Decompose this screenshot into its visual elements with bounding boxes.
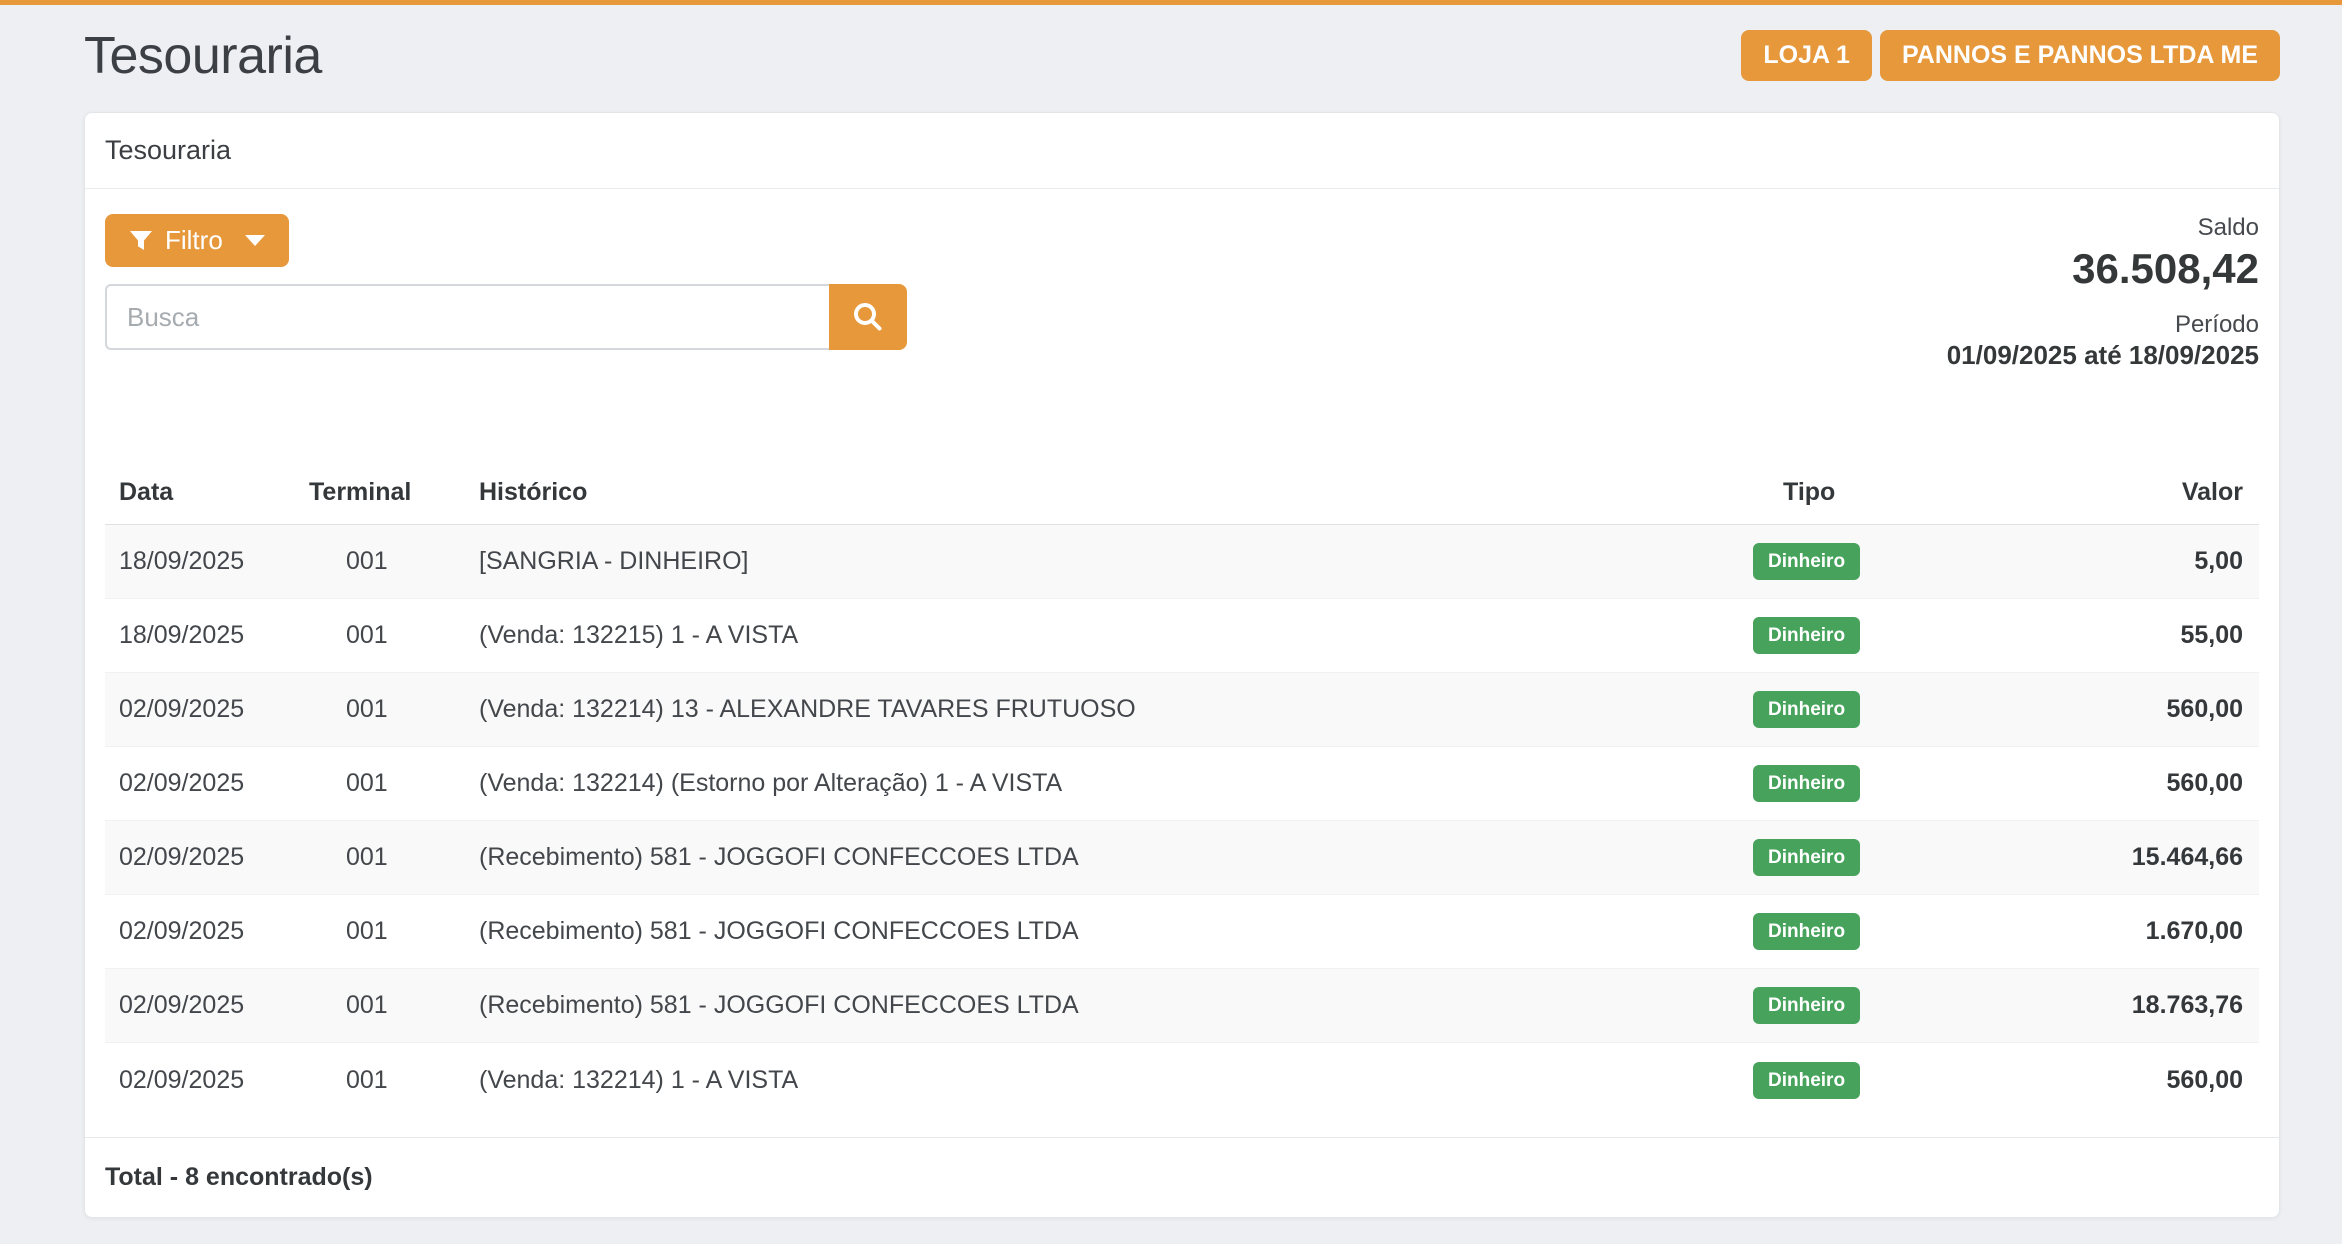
cell-date: 02/09/2025 — [105, 991, 295, 1020]
saldo-label: Saldo — [1947, 214, 2259, 242]
cell-date: 02/09/2025 — [105, 695, 295, 724]
cell-date: 18/09/2025 — [105, 547, 295, 576]
cell-history: (Venda: 132214) 1 - A VISTA — [465, 1066, 1739, 1095]
cell-terminal: 001 — [295, 621, 465, 650]
periodo-value: 01/09/2025 até 18/09/2025 — [1947, 341, 2259, 371]
type-badge: Dinheiro — [1753, 543, 1860, 580]
table-row[interactable]: 02/09/2025 001 (Recebimento) 581 - JOGGO… — [105, 821, 2259, 895]
table-footer-total: Total - 8 encontrado(s) — [85, 1137, 2279, 1217]
table-row[interactable]: 02/09/2025 001 (Venda: 132214) 13 - ALEX… — [105, 673, 2259, 747]
type-badge: Dinheiro — [1753, 691, 1860, 728]
table-row[interactable]: 02/09/2025 001 (Venda: 132214) (Estorno … — [105, 747, 2259, 821]
cell-history: (Venda: 132214) (Estorno por Alteração) … — [465, 769, 1739, 798]
type-badge: Dinheiro — [1753, 617, 1860, 654]
filter-button[interactable]: Filtro — [105, 214, 289, 267]
cell-value: 5,00 — [2019, 547, 2259, 576]
cell-type: Dinheiro — [1739, 839, 2019, 876]
cell-terminal: 001 — [295, 769, 465, 798]
cell-type: Dinheiro — [1739, 691, 2019, 728]
cell-terminal: 001 — [295, 695, 465, 724]
cell-terminal: 001 — [295, 547, 465, 576]
table-row[interactable]: 02/09/2025 001 (Recebimento) 581 - JOGGO… — [105, 969, 2259, 1043]
cell-value: 560,00 — [2019, 695, 2259, 724]
chevron-down-icon — [245, 235, 265, 246]
cell-type: Dinheiro — [1739, 765, 2019, 802]
type-badge: Dinheiro — [1753, 913, 1860, 950]
type-badge: Dinheiro — [1753, 1062, 1860, 1099]
header-buttons: LOJA 1 PANNOS E PANNOS LTDA ME — [1741, 30, 2280, 81]
cell-date: 02/09/2025 — [105, 917, 295, 946]
page-header: Tesouraria LOJA 1 PANNOS E PANNOS LTDA M… — [84, 23, 2280, 88]
company-button[interactable]: PANNOS E PANNOS LTDA ME — [1880, 30, 2280, 81]
type-badge: Dinheiro — [1753, 765, 1860, 802]
table-row[interactable]: 02/09/2025 001 (Venda: 132214) 1 - A VIS… — [105, 1043, 2259, 1117]
cell-type: Dinheiro — [1739, 913, 2019, 950]
cell-value: 1.670,00 — [2019, 917, 2259, 946]
search-button[interactable] — [829, 284, 907, 350]
cell-terminal: 001 — [295, 1066, 465, 1095]
page-title: Tesouraria — [84, 26, 322, 86]
cell-terminal: 001 — [295, 843, 465, 872]
table-header-row: Data Terminal Histórico Tipo Valor — [105, 461, 2259, 525]
top-accent-bar — [0, 0, 2342, 5]
column-header-data: Data — [105, 478, 295, 507]
cell-terminal: 001 — [295, 991, 465, 1020]
cell-type: Dinheiro — [1739, 1062, 2019, 1099]
column-header-terminal: Terminal — [295, 478, 465, 507]
summary-panel: Saldo 36.508,42 Período 01/09/2025 até 1… — [1947, 214, 2259, 371]
cell-type: Dinheiro — [1739, 987, 2019, 1024]
type-badge: Dinheiro — [1753, 987, 1860, 1024]
cell-history: [SANGRIA - DINHEIRO] — [465, 547, 1739, 576]
cell-type: Dinheiro — [1739, 543, 2019, 580]
table-row[interactable]: 02/09/2025 001 (Recebimento) 581 - JOGGO… — [105, 895, 2259, 969]
type-badge: Dinheiro — [1753, 839, 1860, 876]
cell-date: 02/09/2025 — [105, 769, 295, 798]
column-header-historico: Histórico — [465, 478, 1739, 507]
transactions-table: Data Terminal Histórico Tipo Valor 18/09… — [105, 461, 2259, 1117]
filter-button-label: Filtro — [165, 225, 223, 256]
column-header-valor: Valor — [2019, 478, 2259, 507]
cell-history: (Venda: 132214) 13 - ALEXANDRE TAVARES F… — [465, 695, 1739, 724]
cell-date: 18/09/2025 — [105, 621, 295, 650]
card-title: Tesouraria — [85, 113, 2279, 189]
table-row[interactable]: 18/09/2025 001 (Venda: 132215) 1 - A VIS… — [105, 599, 2259, 673]
cell-value: 55,00 — [2019, 621, 2259, 650]
cell-terminal: 001 — [295, 917, 465, 946]
cell-history: (Recebimento) 581 - JOGGOFI CONFECCOES L… — [465, 991, 1739, 1020]
cell-history: (Recebimento) 581 - JOGGOFI CONFECCOES L… — [465, 917, 1739, 946]
saldo-value: 36.508,42 — [1947, 245, 2259, 293]
store-button[interactable]: LOJA 1 — [1741, 30, 1872, 81]
cell-date: 02/09/2025 — [105, 843, 295, 872]
cell-history: (Recebimento) 581 - JOGGOFI CONFECCOES L… — [465, 843, 1739, 872]
cell-value: 15.464,66 — [2019, 843, 2259, 872]
cell-value: 18.763,76 — [2019, 991, 2259, 1020]
tesouraria-card: Tesouraria Filtro — [84, 112, 2280, 1218]
cell-history: (Venda: 132215) 1 - A VISTA — [465, 621, 1739, 650]
column-header-tipo: Tipo — [1739, 478, 2019, 507]
search-input[interactable] — [105, 284, 829, 350]
search-row — [105, 284, 907, 350]
filter-search-group: Filtro — [105, 214, 907, 371]
periodo-label: Período — [1947, 311, 2259, 339]
search-icon — [852, 301, 884, 333]
table-row[interactable]: 18/09/2025 001 [SANGRIA - DINHEIRO] Dinh… — [105, 525, 2259, 599]
toolbar: Filtro Saldo 36.508,42 Período — [85, 189, 2279, 371]
cell-date: 02/09/2025 — [105, 1066, 295, 1095]
cell-type: Dinheiro — [1739, 617, 2019, 654]
filter-funnel-icon — [129, 230, 165, 252]
table-body: 18/09/2025 001 [SANGRIA - DINHEIRO] Dinh… — [105, 525, 2259, 1117]
cell-value: 560,00 — [2019, 1066, 2259, 1095]
cell-value: 560,00 — [2019, 769, 2259, 798]
